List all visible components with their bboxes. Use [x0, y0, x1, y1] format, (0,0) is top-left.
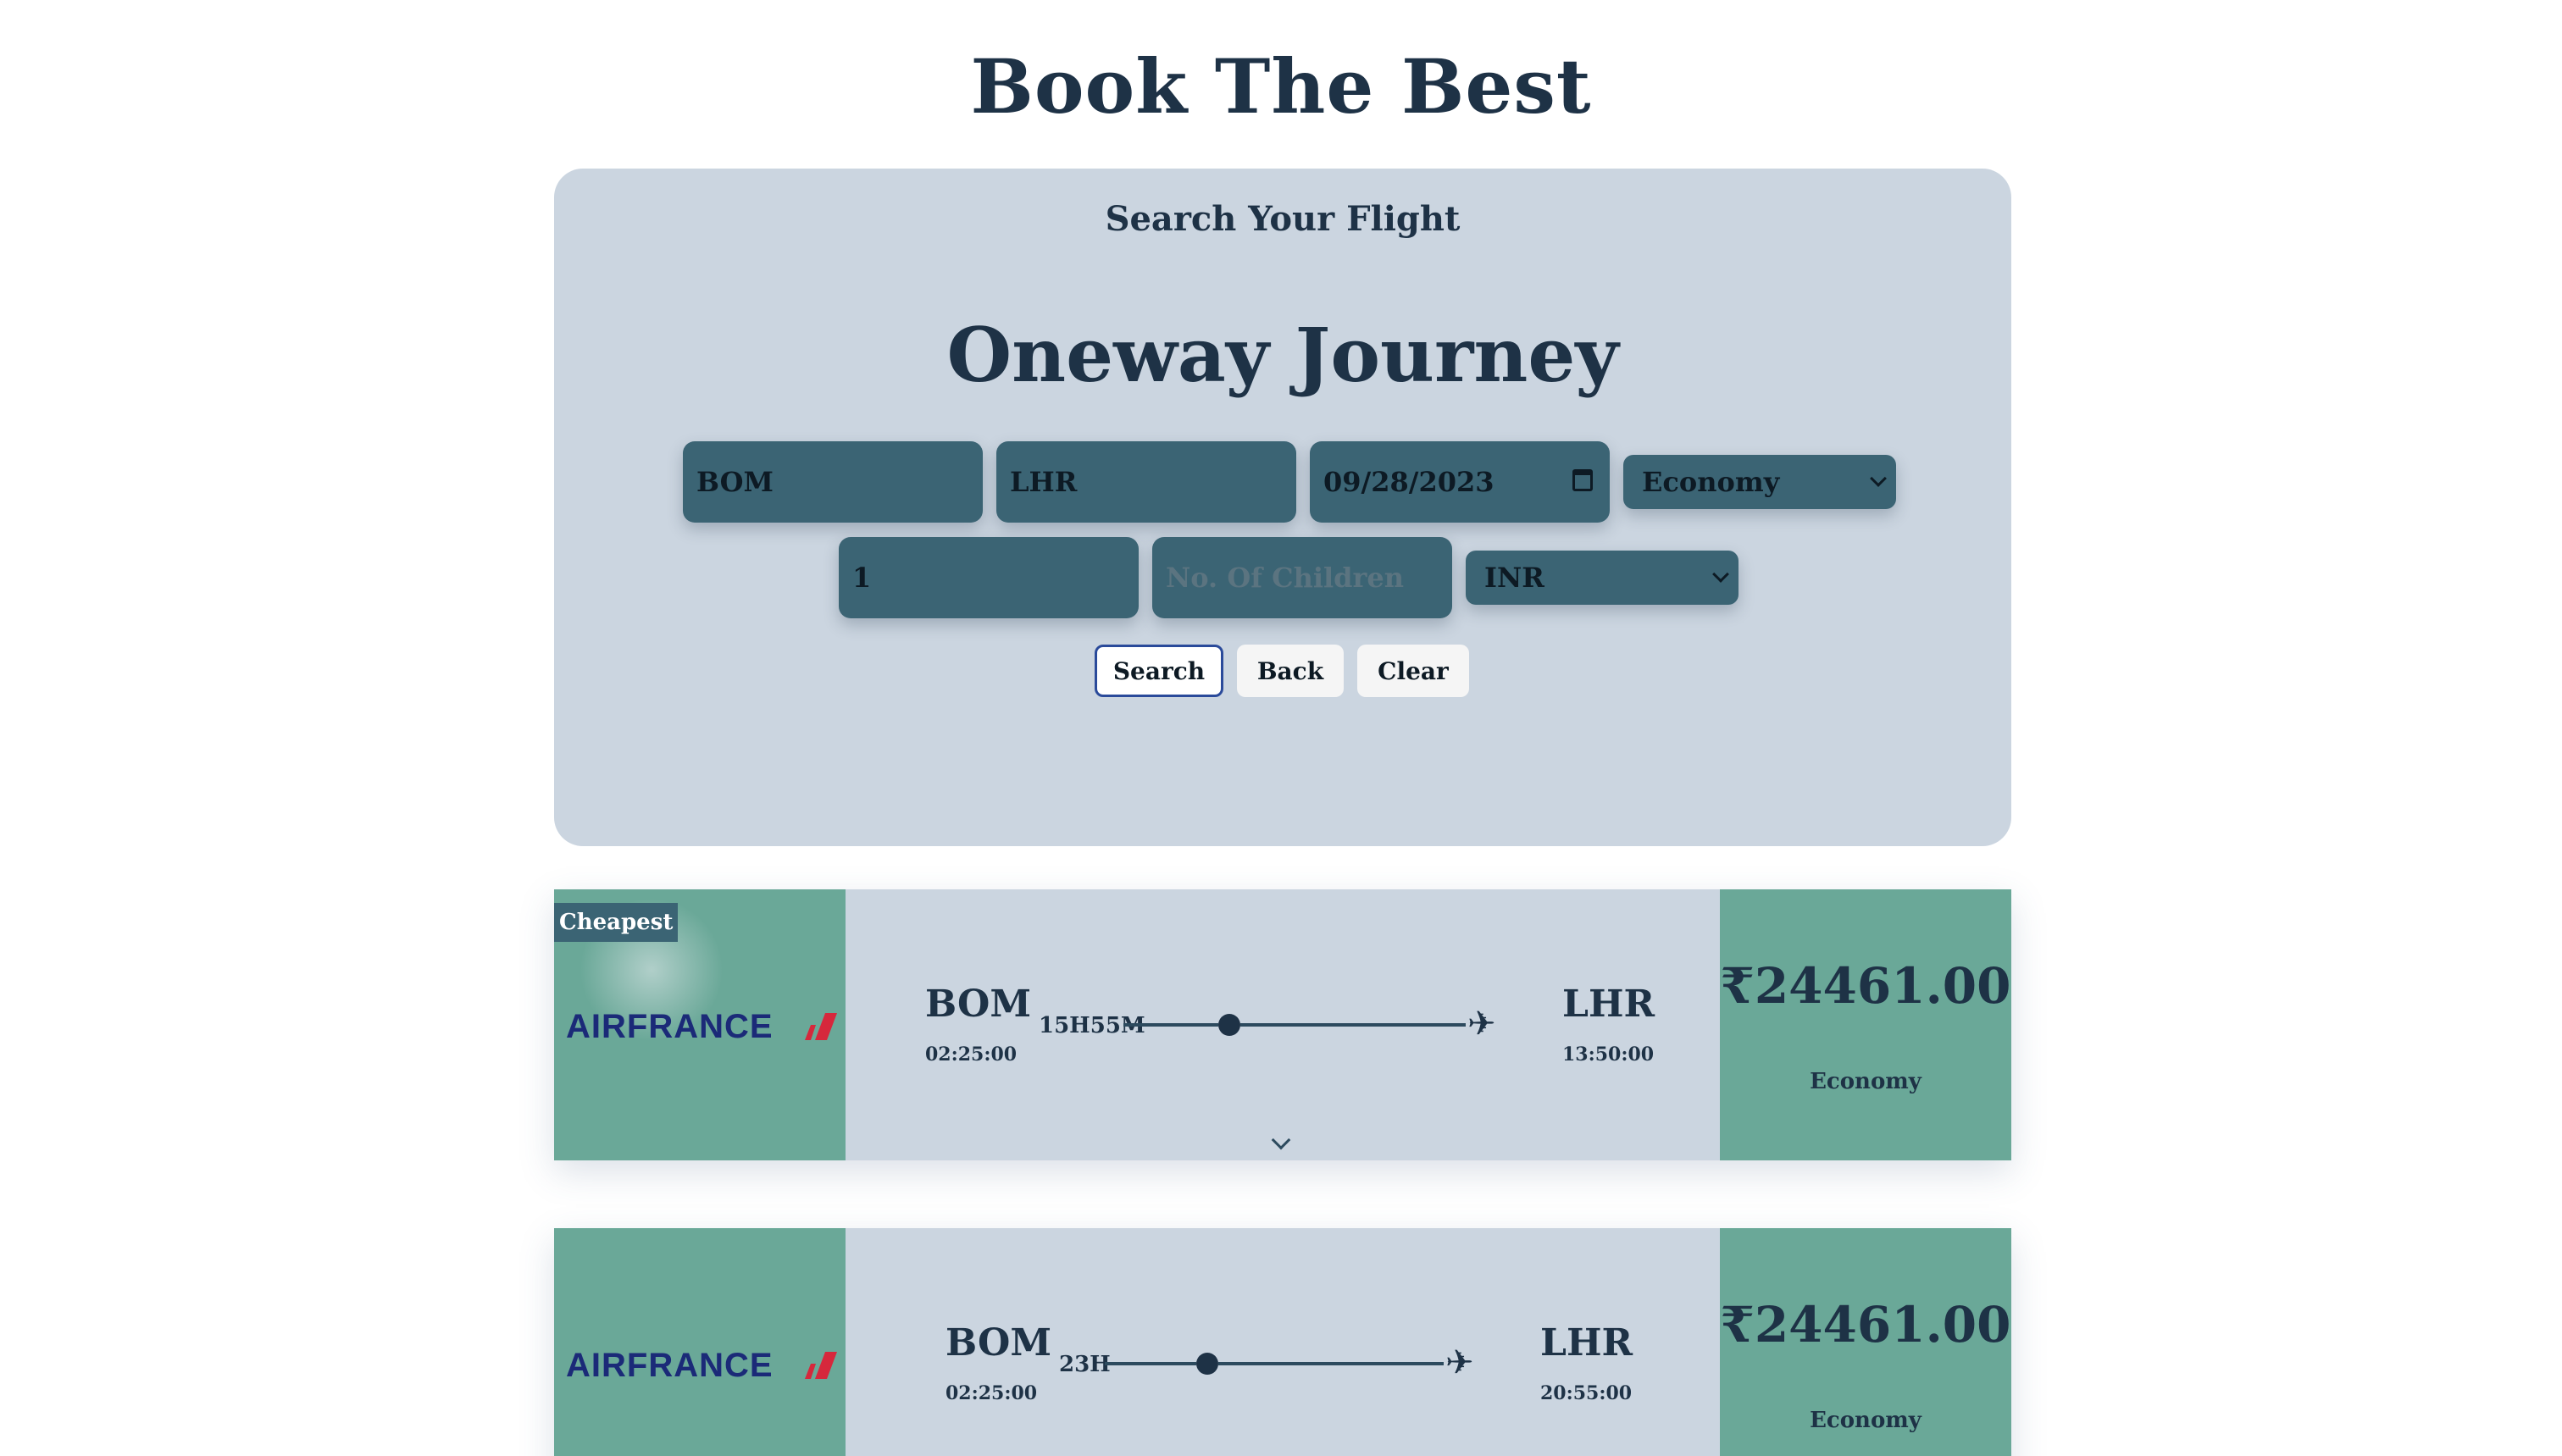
class-select[interactable]: Economy — [1623, 455, 1896, 509]
panel-heading: Search Your Flight — [1105, 199, 1461, 239]
adults-input[interactable] — [852, 562, 1139, 594]
cabin-class: Economy — [1810, 1408, 1922, 1433]
to-input[interactable] — [1010, 466, 1296, 498]
class-select-value: Economy — [1642, 466, 1780, 498]
flight-duration: 23H — [1059, 1352, 1111, 1377]
departure-time: 02:25:00 — [946, 1382, 1038, 1404]
airline-logo: AIRFRANCE — [566, 1008, 837, 1045]
cheapest-badge: Cheapest — [554, 903, 679, 942]
route-line — [1240, 1023, 1466, 1027]
adults-field[interactable] — [839, 537, 1139, 618]
route-line — [1123, 1023, 1218, 1027]
date-input[interactable] — [1323, 466, 1610, 498]
airline-name: AIRFRANCE — [566, 1008, 774, 1045]
search-button[interactable]: Search — [1095, 645, 1223, 697]
airline-logo-panel: AIRFRANCE — [554, 1228, 846, 1456]
date-field[interactable] — [1310, 441, 1610, 523]
journey-title: Oneway Journey — [946, 311, 1619, 399]
departure-code: BOM — [925, 983, 1032, 1026]
airline-stripe-icon — [805, 1013, 837, 1040]
flight-result-card[interactable]: AIRFRANCE BOM 02:25:00 23H ✈ LHR 20:55:0… — [554, 1228, 2011, 1456]
arrival-time: 13:50:00 — [1562, 1044, 1655, 1066]
chevron-down-icon — [1712, 566, 1729, 583]
chevron-down-icon — [1870, 470, 1887, 487]
airplane-icon: ✈ — [1445, 1343, 1474, 1382]
currency-select[interactable]: INR — [1466, 551, 1738, 605]
currency-select-value: INR — [1484, 562, 1544, 594]
clear-button[interactable]: Clear — [1357, 645, 1469, 697]
airline-name: AIRFRANCE — [566, 1347, 774, 1384]
arrival-code: LHR — [1540, 1321, 1633, 1365]
stop-dot — [1218, 1014, 1240, 1036]
stop-dot — [1196, 1353, 1218, 1375]
price: ₹24461.00 — [1720, 957, 2011, 1015]
calendar-icon[interactable] — [1572, 469, 1593, 491]
from-input[interactable] — [696, 466, 983, 498]
airplane-icon: ✈ — [1467, 1005, 1496, 1044]
price: ₹24461.00 — [1720, 1296, 2011, 1354]
route-line — [1218, 1362, 1444, 1365]
page-title: Book The Best — [970, 42, 1592, 130]
airline-stripe-icon — [805, 1352, 837, 1379]
children-input[interactable] — [1166, 562, 1452, 594]
from-field[interactable] — [683, 441, 983, 523]
arrival-time: 20:55:00 — [1540, 1382, 1633, 1404]
price-panel: ₹24461.00 Economy — [1720, 889, 2011, 1160]
price-panel: ₹24461.00 Economy — [1720, 1228, 2011, 1456]
to-field[interactable] — [996, 441, 1296, 523]
chevron-down-icon[interactable] — [1271, 1130, 1291, 1150]
cabin-class: Economy — [1810, 1069, 1922, 1094]
flight-result-card[interactable]: Cheapest AIRFRANCE BOM 02:25:00 15H55M ✈… — [554, 889, 2011, 1160]
arrival-code: LHR — [1562, 983, 1655, 1026]
search-panel: Search Your Flight Oneway Journey Econom… — [554, 169, 2011, 846]
airline-logo-panel: Cheapest AIRFRANCE — [554, 889, 846, 1160]
route-line — [1105, 1362, 1196, 1365]
children-field[interactable] — [1152, 537, 1452, 618]
airline-logo: AIRFRANCE — [566, 1347, 837, 1384]
departure-time: 02:25:00 — [925, 1044, 1018, 1066]
departure-code: BOM — [946, 1321, 1052, 1365]
back-button[interactable]: Back — [1237, 645, 1344, 697]
